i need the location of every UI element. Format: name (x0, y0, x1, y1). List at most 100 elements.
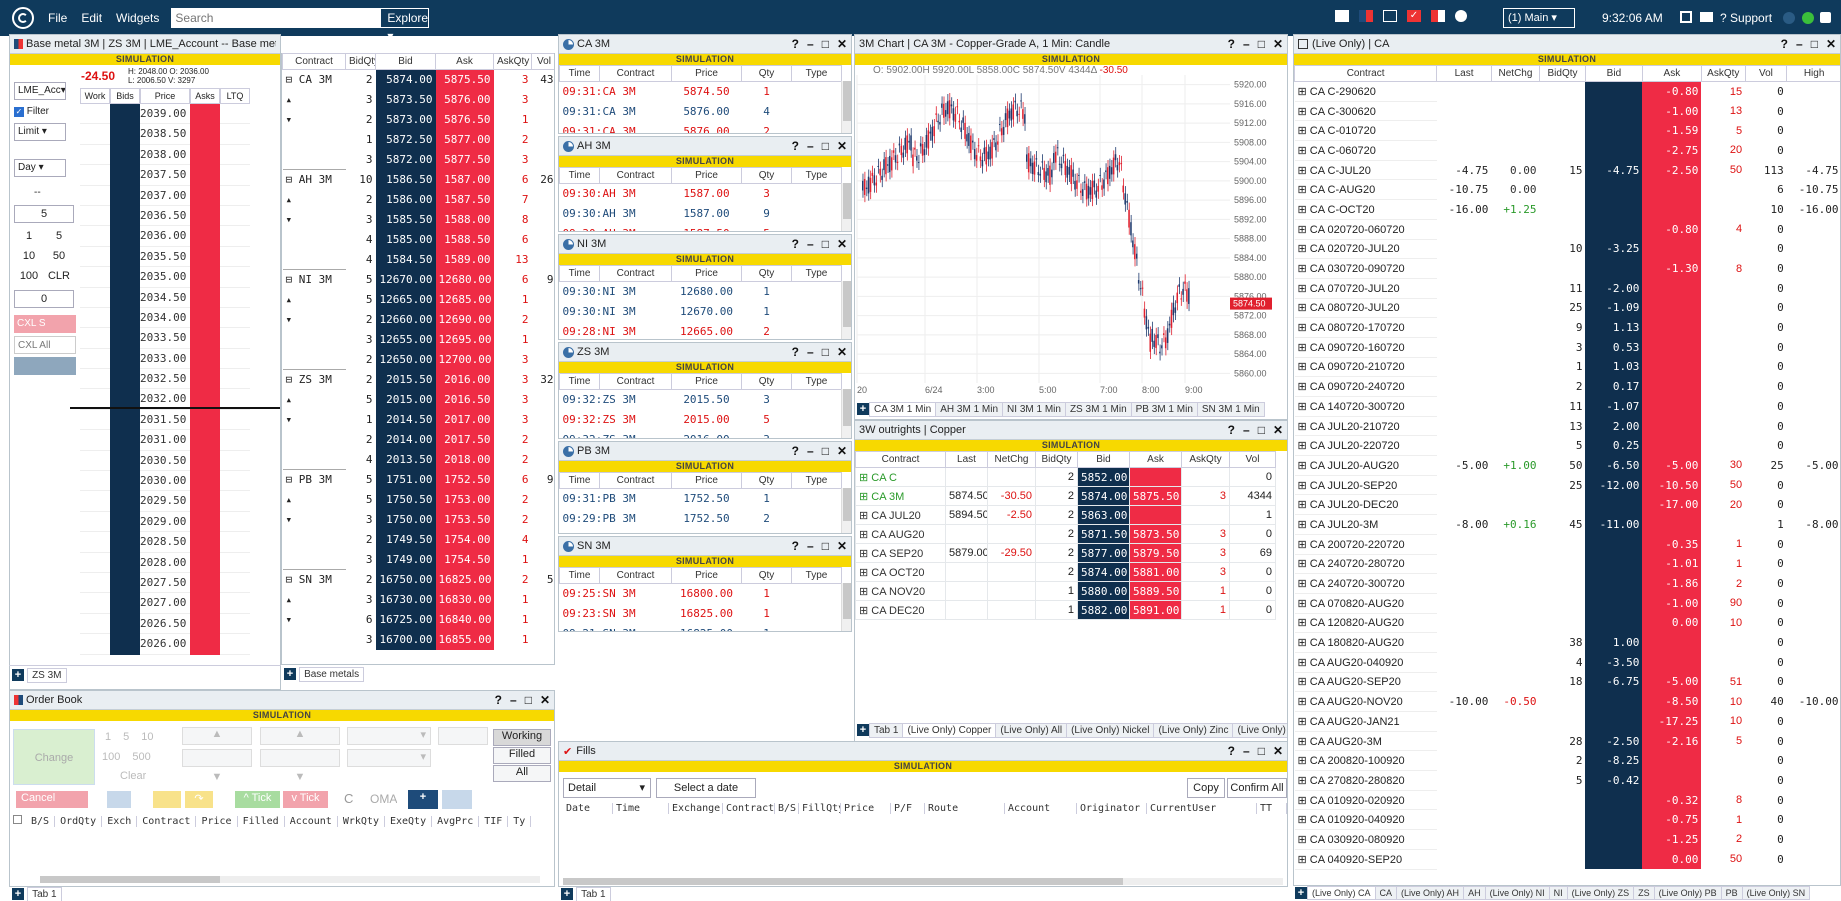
live-cell-c[interactable]: ⊞ CA 090720-240720 (1294, 376, 1437, 397)
ob-tif-select[interactable]: ▾ (347, 749, 431, 767)
live-cell-b[interactable] (1585, 593, 1643, 614)
live-cell-a[interactable]: -1.25 (1642, 829, 1702, 850)
live-cell-c[interactable]: ⊞ CA AUG20-040920 (1294, 652, 1437, 673)
market-cell-b[interactable]: 5873.50 (375, 89, 436, 110)
ladder-icon[interactable] (1359, 10, 1373, 22)
live-cell-b[interactable]: -2.50 (1585, 731, 1643, 751)
live-cell-c[interactable]: ⊞ CA AUG20-NOV20 (1294, 691, 1437, 712)
ladder-work-cell[interactable] (80, 573, 110, 594)
outrights-col-7[interactable]: Vol (1229, 451, 1276, 468)
ob-qty-10[interactable]: 10 (141, 731, 153, 743)
ladder-ask-cell[interactable] (190, 185, 220, 206)
market-cell-b[interactable]: 2015.00 (375, 389, 436, 410)
fills-hscroll[interactable] (563, 878, 1283, 885)
ob-refresh-icon[interactable] (107, 791, 131, 808)
market-cell-a[interactable]: 1754.00 (435, 529, 494, 550)
live-cell-c[interactable]: ⊞ CA 140720-300720 (1294, 396, 1437, 417)
outrights-cell-a[interactable] (1129, 505, 1182, 525)
chart-tab[interactable]: ZS 3M 1 Min (1064, 402, 1132, 417)
market-cell-b[interactable]: 1585.00 (375, 229, 436, 250)
help-icon[interactable]: ? (1228, 744, 1235, 758)
outrights-cell-b[interactable]: 5882.00 (1077, 600, 1130, 620)
live-cell-c[interactable]: ⊞ CA JUL20-DEC20 (1294, 494, 1437, 516)
live-col-1[interactable]: Last (1436, 65, 1492, 82)
live-col-8[interactable]: High (1786, 65, 1840, 82)
fills-col-11[interactable]: CurrentUser (1147, 803, 1257, 814)
ladder-work-cell[interactable] (80, 491, 110, 512)
outrights-tab[interactable]: (Live Only) Le (1232, 723, 1287, 738)
qty-10-button[interactable]: 10 (14, 248, 44, 265)
market-cell-b[interactable]: 12665.00 (375, 289, 436, 310)
market-cell-b[interactable]: 1749.50 (375, 529, 436, 550)
help-icon[interactable]: ? (792, 37, 799, 51)
live-cell-a[interactable] (1642, 416, 1702, 436)
ladder-bid-cell[interactable] (110, 552, 140, 573)
ladder-ask-cell[interactable] (190, 369, 220, 390)
minimize-icon[interactable]: – (807, 444, 814, 458)
filled-filter-button[interactable]: Filled (493, 747, 551, 764)
outrights-cell-c[interactable]: ⊞ CA JUL20 (855, 505, 946, 525)
ladder-ask-cell[interactable] (190, 491, 220, 512)
live-cell-c[interactable]: ⊞ CA 270820-280820 (1294, 770, 1437, 791)
ob-qty-500[interactable]: 500 (132, 751, 150, 763)
outrights-col-4[interactable]: Bid (1077, 451, 1130, 468)
close-icon[interactable]: ✕ (1273, 744, 1283, 758)
live-cell-a[interactable] (1642, 396, 1702, 417)
ladder-ask-cell[interactable] (190, 572, 220, 594)
ob-price-up-button[interactable]: ▲ (260, 727, 340, 745)
ladder-work-cell[interactable] (80, 308, 110, 329)
add-tab-button[interactable]: + (561, 888, 573, 900)
live-tab[interactable]: ZS (1633, 886, 1655, 900)
outrights-cell-c[interactable]: ⊞ CA DEC20 (855, 600, 946, 620)
live-cell-a[interactable]: -2.75 (1642, 140, 1702, 161)
help-icon[interactable]: ? (1228, 37, 1235, 51)
ob-qty-up-button[interactable]: ▲ (182, 727, 252, 745)
close-icon[interactable]: ✕ (837, 345, 847, 359)
support-link[interactable]: ? Support (1720, 11, 1772, 25)
market-cell-b[interactable]: 16730.00 (375, 589, 436, 610)
live-cell-a[interactable]: -17.25 (1642, 711, 1702, 732)
order-type-select[interactable]: Limit ▾ (14, 123, 66, 141)
outrights-cell-a[interactable]: 5873.50 (1129, 524, 1182, 544)
live-cell-b[interactable]: -11.00 (1585, 514, 1643, 535)
maximize-icon[interactable]: □ (822, 139, 829, 153)
live-cell-b[interactable] (1585, 140, 1643, 161)
ladder-work-cell[interactable] (80, 532, 110, 553)
fills-col-5[interactable]: FillQty (799, 803, 841, 814)
chart-tab[interactable]: CA 3M 1 Min (869, 402, 937, 417)
live-cell-b[interactable]: -1.07 (1585, 396, 1643, 417)
live-cell-b[interactable]: 0.53 (1585, 337, 1643, 358)
ladder-ask-cell[interactable] (190, 511, 220, 533)
help-icon[interactable]: ? (495, 693, 502, 707)
ladder-bid-cell[interactable] (110, 267, 140, 288)
live-cell-b[interactable]: 0.25 (1585, 435, 1643, 456)
market-cell-b[interactable]: 1584.50 (375, 249, 436, 270)
market-cell-a[interactable]: 12700.00 (435, 349, 494, 370)
market-cell-a[interactable]: 5877.50 (435, 149, 494, 170)
outrights-cell-c[interactable]: ⊞ CA NOV20 (855, 581, 946, 601)
account-select[interactable]: LME_Acc▾ (14, 82, 66, 100)
live-cell-a[interactable] (1642, 750, 1702, 771)
ob-reset-icon[interactable]: C (344, 791, 353, 806)
ladder-bid-cell[interactable] (110, 409, 140, 431)
live-cell-a[interactable]: -0.32 (1642, 790, 1702, 810)
live-cell-c[interactable]: ⊞ CA C-JUL20 (1294, 160, 1437, 181)
live-cell-a[interactable]: -1.30 (1642, 258, 1702, 279)
live-cell-c[interactable]: ⊞ CA 090720-210720 (1294, 357, 1437, 378)
menu-edit[interactable]: Edit (81, 11, 102, 25)
market-cell-a[interactable]: 1587.50 (435, 189, 494, 210)
live-tab[interactable]: (Live Only) NI (1484, 886, 1550, 900)
close-icon[interactable]: ✕ (837, 539, 847, 553)
ladder-ask-cell[interactable] (190, 205, 220, 227)
tab-zs3m[interactable]: ZS 3M (27, 668, 67, 683)
live-cell-a[interactable]: -5.00 (1642, 455, 1702, 476)
menu-widgets[interactable]: Widgets (116, 11, 159, 25)
maximize-icon[interactable]: □ (525, 693, 532, 707)
market-cell-b[interactable]: 1586.50 (375, 169, 436, 190)
live-tab[interactable]: (Live Only) PB (1653, 886, 1722, 900)
live-cell-c[interactable]: ⊞ CA JUL20-210720 (1294, 416, 1437, 437)
ob-qty-1[interactable]: 1 (105, 731, 111, 743)
outrights-col-6[interactable]: AskQty (1181, 451, 1230, 468)
ladder-bid-cell[interactable] (110, 532, 140, 553)
mail-icon[interactable] (1700, 12, 1713, 22)
